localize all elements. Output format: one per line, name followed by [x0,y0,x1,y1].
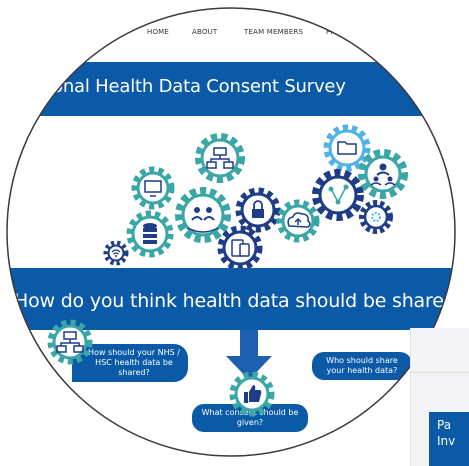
user-group-icon [358,149,408,199]
share-icon [312,169,364,221]
gear-settings-icon [359,200,393,234]
page-title: onal Health Data Consent Survey [52,76,346,97]
database-icon [126,210,174,258]
question-text: How do you think health data should be s… [14,290,469,312]
ppi-line1: Pa [437,418,452,432]
devices-icon [217,225,263,270]
folder-icon [323,124,371,172]
people-icon [175,187,231,243]
computer-network-icon [195,133,245,183]
lock-icon [235,187,281,233]
network-gear-icon [47,319,93,365]
nav-ppi[interactable]: PPI [326,28,337,36]
nav-home[interactable]: HOME [147,28,169,36]
gears-illustration [103,124,408,270]
bubble-who-share[interactable]: Who should share your health data? [312,352,412,380]
page: HOME ABOUT TEAM MEMBERS PPI onal Health … [0,0,469,466]
wifi-icon [103,240,129,266]
thumbs-up-icon [229,371,275,417]
nav-about[interactable]: ABOUT [192,28,217,36]
monitor-icon [131,166,175,210]
title-banner: onal Health Data Consent Survey [30,62,469,116]
cloud-icon [276,199,320,243]
nav-team-members[interactable]: TEAM MEMBERS [244,28,303,36]
ppi-line2: Inv [437,434,456,448]
top-nav: HOME ABOUT TEAM MEMBERS PPI [0,28,469,44]
side-panel-overflow: Pa Inv [410,328,469,466]
down-arrow-stem [240,330,258,358]
